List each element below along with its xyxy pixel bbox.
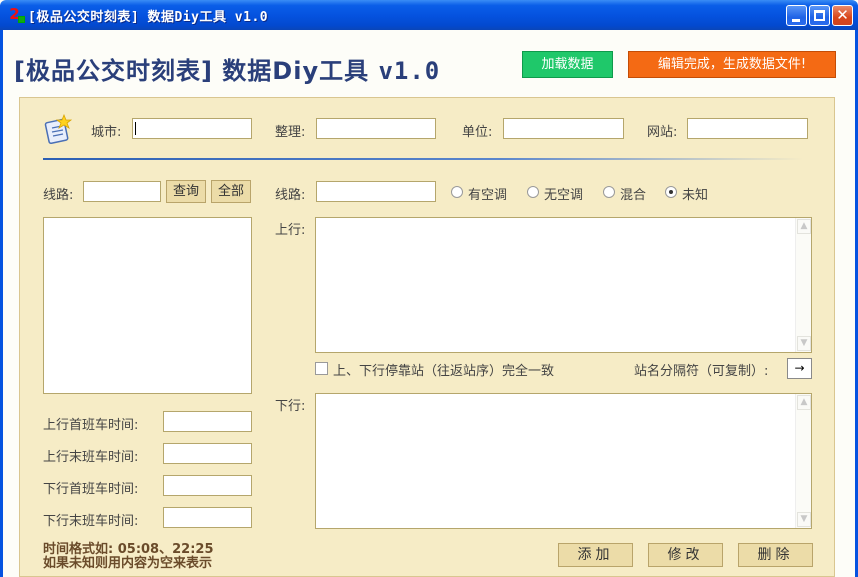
up-last-label: 上行末班车时间: [43,450,139,465]
up-first-time-input[interactable] [163,411,252,432]
route-search-input[interactable] [83,181,161,202]
editor-label: 整理: [275,125,306,140]
minimize-button[interactable] [786,5,807,26]
route-name-label: 线路: [275,188,306,203]
maximize-icon [814,10,825,21]
app-heading-version: v1.0 [378,57,441,85]
query-button[interactable]: 查询 [166,180,206,203]
aircon-no-label: 无空调 [544,188,584,203]
load-data-button[interactable]: 加载数据 [522,51,613,78]
city-label: 城市: [91,125,122,140]
close-icon: ✕ [836,6,849,24]
route-name-input[interactable] [316,181,436,202]
down-stops-scrollbar[interactable]: ▲ ▼ [795,394,811,528]
website-input[interactable] [687,118,808,139]
down-first-label: 下行首班车时间: [43,482,139,497]
app-icon[interactable]: 2 [6,6,25,23]
same-stops-checkbox[interactable] [315,362,328,375]
aircon-no-radio[interactable] [527,186,539,198]
down-stops-textarea[interactable]: ▲ ▼ [315,393,812,529]
aircon-unknown-radio[interactable] [665,186,677,198]
window-title: [极品公交时刻表] 数据Diy工具 v1.0 [28,10,269,25]
maximize-button[interactable] [809,5,830,26]
title-bar: 2 [极品公交时刻表] 数据Diy工具 v1.0 ✕ [0,0,858,30]
delete-button[interactable]: 删除 [738,543,813,567]
separator-label: 站名分隔符（可复制）: [634,364,769,379]
generate-file-button[interactable]: 编辑完成，生成数据文件! [628,51,836,78]
scroll-up-icon[interactable]: ▲ [797,395,811,410]
aircon-yes-label: 有空调 [468,188,508,203]
aircon-mixed-label: 混合 [620,188,647,203]
close-button[interactable]: ✕ [832,5,853,26]
show-all-button[interactable]: 全部 [211,180,251,203]
aircon-yes-radio[interactable] [451,186,463,198]
route-list[interactable] [43,217,252,394]
editor-input[interactable] [316,118,436,139]
up-stops-textarea[interactable]: ▲ ▼ [315,217,812,353]
aircon-mixed-radio[interactable] [603,186,615,198]
separator-field[interactable]: → [787,358,812,379]
up-first-label: 上行首班车时间: [43,418,139,433]
up-last-time-input[interactable] [163,443,252,464]
scroll-up-icon[interactable]: ▲ [797,219,811,234]
down-first-time-input[interactable] [163,475,252,496]
minimize-icon [792,19,800,22]
edit-button[interactable]: 修改 [648,543,723,567]
up-stops-label: 上行: [275,223,306,238]
down-stops-label: 下行: [275,399,306,414]
add-button[interactable]: 添加 [558,543,633,567]
city-input[interactable] [132,118,252,139]
empty-value-note: 如果未知则用内容为空来表示 [43,556,213,571]
notepad-icon [44,114,72,144]
unit-label: 单位: [462,125,493,140]
route-search-label: 线路: [43,188,74,203]
up-stops-scrollbar[interactable]: ▲ ▼ [795,218,811,352]
same-stops-label: 上、下行停靠站（往返站序）完全一致 [333,364,555,379]
app-heading: [极品公交时刻表] 数据Diy工具 v1.0 [14,51,440,86]
scroll-down-icon[interactable]: ▼ [797,336,811,351]
website-label: 网站: [647,125,678,140]
down-last-label: 下行末班车时间: [43,514,139,529]
aircon-unknown-label: 未知 [682,188,709,203]
header-divider [43,158,803,160]
down-last-time-input[interactable] [163,507,252,528]
scroll-down-icon[interactable]: ▼ [797,512,811,527]
unit-input[interactable] [503,118,624,139]
app-heading-title: [极品公交时刻表] 数据Diy工具 [14,57,370,85]
